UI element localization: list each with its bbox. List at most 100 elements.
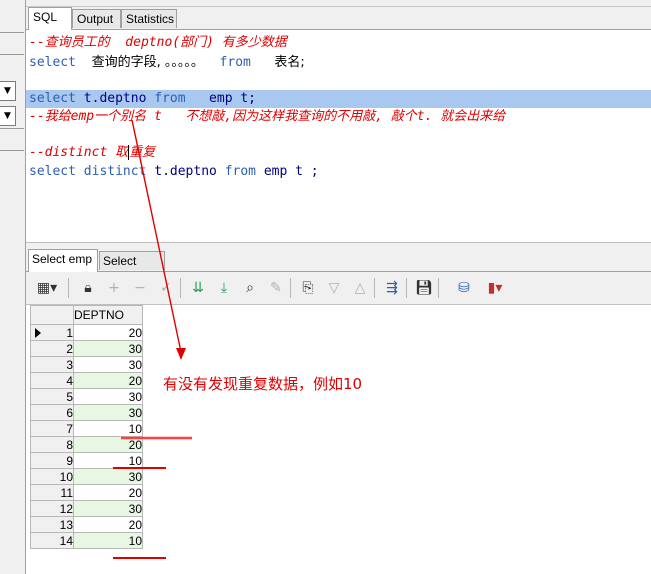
row-number[interactable]: 1 (30, 324, 74, 341)
cell-deptno[interactable]: 10 (73, 452, 143, 469)
row-number[interactable]: 7 (30, 420, 74, 437)
table-row[interactable]: 10 30 (30, 468, 143, 485)
identifier: emp t; (209, 91, 257, 106)
fetch-next-icon[interactable]: ⇊ (188, 278, 208, 298)
sql-editor[interactable]: --查询员工的 deptno(部门) 有多少数据 select 查询的字段, 。… (26, 30, 651, 242)
sql-comment: --我给emp一个别名 t 不想敲,因为这样我查询的不用敲, 敲个t. 就会出来… (29, 109, 506, 124)
editor-tabs: SQL Output Statistics (26, 7, 651, 30)
cell-deptno[interactable]: 30 (73, 340, 143, 357)
post-icon[interactable]: ✓ (156, 278, 176, 298)
cell-deptno[interactable]: 20 (73, 372, 143, 389)
row-number[interactable]: 2 (30, 340, 74, 357)
cell-deptno[interactable]: 30 (73, 388, 143, 405)
cell-deptno[interactable]: 30 (73, 468, 143, 485)
tab-sql[interactable]: SQL (28, 7, 72, 30)
fetch-all-icon[interactable]: ⤓ (214, 278, 234, 298)
cell-deptno[interactable]: 20 (73, 436, 143, 453)
database-icon[interactable]: ⛁ (454, 278, 474, 298)
left-side-panel: ▼ ▼ (0, 0, 26, 574)
dropdown-arrow-icon[interactable]: ▼ (0, 106, 16, 126)
keyword-select: select (29, 164, 76, 179)
row-number[interactable]: 9 (30, 452, 74, 469)
table-row[interactable]: 5 30 (30, 388, 143, 405)
row-number[interactable]: 12 (30, 500, 74, 517)
table-row[interactable]: 13 20 (30, 516, 143, 533)
grid-view-icon[interactable]: ▦▾ (32, 278, 62, 298)
cell-deptno[interactable]: 10 (73, 420, 143, 437)
row-number[interactable]: 8 (30, 436, 74, 453)
cell-deptno[interactable]: 10 (73, 532, 143, 549)
keyword-select: select (29, 55, 76, 70)
placeholder-fields: 查询的字段, 。。。。。 (91, 55, 204, 70)
row-number[interactable]: 11 (30, 484, 74, 501)
keyword-from: from (219, 55, 251, 70)
clear-icon[interactable]: ✎ (266, 278, 286, 298)
data-grid: DEPTNO 1 20 2 30 3 30 4 20 5 30 6 30 7 10 8 20 9 10 10 30 11… (30, 305, 143, 549)
filter-up-icon[interactable]: △ (350, 278, 370, 298)
table-row[interactable]: 14 10 (30, 532, 143, 549)
table-row[interactable]: 4 20 (30, 372, 143, 389)
table-row[interactable]: 2 30 (30, 340, 143, 357)
toolbar-separator (438, 278, 439, 298)
table-row[interactable]: 3 30 (30, 356, 143, 373)
cell-deptno[interactable]: 20 (73, 484, 143, 501)
delete-row-icon[interactable]: − (130, 278, 150, 298)
table-row[interactable]: 1 20 (30, 324, 143, 341)
save-icon[interactable]: 💾︎ (414, 278, 434, 298)
add-row-icon[interactable]: + (104, 278, 124, 298)
table-row[interactable]: 9 10 (30, 452, 143, 469)
row-number[interactable]: 4 (30, 372, 74, 389)
code-line-7: --distinct 取重复 (29, 144, 155, 162)
query-by-example-icon[interactable]: ⎘ (298, 278, 318, 298)
cell-deptno[interactable]: 30 (73, 356, 143, 373)
tab-result-1[interactable]: Select emp (28, 249, 98, 272)
find-icon[interactable]: ⌕ (240, 278, 260, 298)
result-tabs: Select emp Select emp (26, 249, 651, 286)
identifier: emp t ; (263, 164, 319, 179)
cell-deptno[interactable]: 20 (73, 516, 143, 533)
cell-deptno[interactable]: 30 (73, 500, 143, 517)
cell-deptno[interactable]: 20 (73, 324, 143, 341)
tab-output[interactable]: Output (72, 9, 121, 28)
tab-statistics[interactable]: Statistics (121, 9, 177, 28)
sql-comment: --查询员工的 deptno(部门) 有多少数据 (29, 35, 287, 50)
row-number[interactable]: 14 (30, 532, 74, 549)
lock-icon[interactable]: 🔒︎ (78, 278, 98, 298)
keyword-from: from (154, 91, 186, 106)
tab-result-2[interactable]: Select emp (99, 251, 165, 286)
toolbar-separator (180, 278, 181, 298)
row-number[interactable]: 5 (30, 388, 74, 405)
table-row[interactable]: 6 30 (30, 404, 143, 421)
table-row[interactable]: 12 30 (30, 500, 143, 517)
row-number[interactable]: 10 (30, 468, 74, 485)
annotation-text: 有没有发现重复数据，例如10 (163, 375, 363, 393)
toolbar-separator (68, 278, 69, 298)
cell-deptno[interactable]: 30 (73, 404, 143, 421)
column-header-deptno[interactable]: DEPTNO (73, 305, 143, 325)
export-icon[interactable]: ⇶ (382, 278, 402, 298)
panel-divider (0, 54, 24, 55)
filter-down-icon[interactable]: ▽ (324, 278, 344, 298)
row-number[interactable]: 13 (30, 516, 74, 533)
toolbar-separator (406, 278, 407, 298)
table-row[interactable]: 7 10 (30, 420, 143, 437)
row-number[interactable]: 6 (30, 404, 74, 421)
placeholder-table: 表名; (274, 55, 305, 70)
code-line-4: select t.deptno from emp t; (29, 90, 256, 108)
table-row[interactable]: 11 20 (30, 484, 143, 501)
toolbar-separator (374, 278, 375, 298)
sql-comment: --distinct 取 (29, 145, 129, 160)
code-line-2: select 查询的字段, 。。。。。 from 表名; (29, 54, 305, 72)
row-number[interactable]: 3 (30, 356, 74, 373)
top-frame (26, 0, 651, 7)
row-number-text: 1 (66, 325, 73, 340)
code-line-8: select distinct t.deptno from emp t ; (29, 163, 319, 181)
keyword-distinct: distinct (83, 164, 147, 179)
result-grid: DEPTNO 1 20 2 30 3 30 4 20 5 30 6 30 7 10 8 20 9 10 10 30 11… (26, 305, 651, 574)
chart-icon[interactable]: ▮▾ (480, 278, 510, 298)
table-row[interactable]: 8 20 (30, 436, 143, 453)
sql-comment: 重复 (129, 145, 156, 160)
dropdown-arrow-icon[interactable]: ▼ (0, 81, 16, 101)
code-line-5: --我给emp一个别名 t 不想敲,因为这样我查询的不用敲, 敲个t. 就会出来… (29, 108, 505, 126)
toolbar-separator (290, 278, 291, 298)
